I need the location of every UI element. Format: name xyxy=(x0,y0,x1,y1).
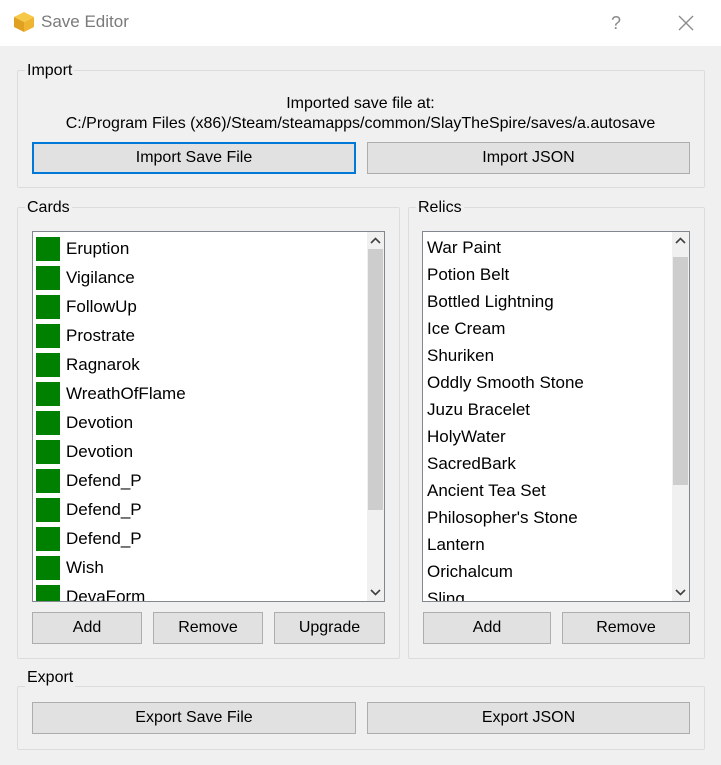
import-json-button[interactable]: Import JSON xyxy=(367,142,690,174)
relics-list-items: War Paint Potion Belt Bottled Lightning Ice… xyxy=(423,234,672,602)
close-button[interactable] xyxy=(664,6,708,40)
import-path-heading: Imported save file at: xyxy=(286,95,435,112)
help-button[interactable]: ? xyxy=(596,6,636,40)
card-name: Defend_P xyxy=(66,499,142,519)
relic-list-item[interactable]: War Paint xyxy=(423,234,672,261)
remove-card-button[interactable]: Remove xyxy=(153,612,263,644)
card-name: Wish xyxy=(66,557,104,577)
export-json-button[interactable]: Export JSON xyxy=(367,702,690,734)
add-card-button[interactable]: Add xyxy=(32,612,142,644)
card-list-item[interactable]: Devotion xyxy=(33,437,367,466)
card-name: FollowUp xyxy=(66,296,137,316)
cards-scrollbar[interactable] xyxy=(367,232,384,601)
relic-list-item[interactable]: Philosopher's Stone xyxy=(423,504,672,531)
relic-list-item[interactable]: Orichalcum xyxy=(423,558,672,585)
upgrade-card-button[interactable]: Upgrade xyxy=(274,612,385,644)
card-name: Defend_P xyxy=(66,528,142,548)
import-group-label: Import xyxy=(25,62,75,80)
cards-scroll-thumb[interactable] xyxy=(368,249,383,510)
card-color-swatch xyxy=(36,497,60,522)
card-list-item[interactable]: Defend_P xyxy=(33,466,367,495)
card-color-swatch xyxy=(36,439,60,464)
card-list-item[interactable]: Vigilance xyxy=(33,263,367,292)
card-color-swatch xyxy=(36,294,60,319)
card-name: Prostrate xyxy=(66,325,135,345)
card-name: Vigilance xyxy=(66,267,135,287)
relics-list[interactable]: War Paint Potion Belt Bottled Lightning Ice… xyxy=(422,231,690,602)
relic-list-item[interactable]: Sling xyxy=(423,585,672,602)
card-list-item[interactable]: Defend_P xyxy=(33,524,367,553)
title-bar: Save Editor ? xyxy=(0,0,721,46)
relic-list-item[interactable]: SacredBark xyxy=(423,450,672,477)
card-name: WreathOfFlame xyxy=(66,383,186,403)
window-title: Save Editor xyxy=(41,12,129,31)
relics-group-label: Relics xyxy=(416,199,464,217)
card-name: Ragnarok xyxy=(66,354,140,374)
card-color-swatch xyxy=(36,352,60,377)
card-name: Devotion xyxy=(66,412,134,432)
card-name: DevaForm xyxy=(66,586,146,602)
card-color-swatch xyxy=(36,236,60,261)
cards-group-label: Cards xyxy=(25,199,72,217)
relic-list-item[interactable]: HolyWater xyxy=(423,423,672,450)
card-list-item[interactable]: Prostrate xyxy=(33,321,367,350)
card-list-item[interactable]: WreathOfFlame xyxy=(33,379,367,408)
export-group-label: Export xyxy=(25,669,76,687)
card-name: Eruption xyxy=(66,238,130,258)
card-list-item[interactable]: Devotion xyxy=(33,408,367,437)
scroll-up-icon[interactable] xyxy=(367,232,384,249)
scroll-up-icon[interactable] xyxy=(672,232,689,249)
relic-list-item[interactable]: Shuriken xyxy=(423,342,672,369)
close-icon xyxy=(678,15,694,31)
card-list-item[interactable]: DevaForm xyxy=(33,582,367,601)
add-relic-button[interactable]: Add xyxy=(423,612,551,644)
relic-list-item[interactable]: Lantern xyxy=(423,531,672,558)
relic-list-item[interactable]: Potion Belt xyxy=(423,261,672,288)
import-save-file-button[interactable]: Import Save File xyxy=(32,142,356,174)
card-color-swatch xyxy=(36,584,60,601)
relics-scroll-thumb[interactable] xyxy=(673,257,688,485)
card-list-item[interactable]: Defend_P xyxy=(33,495,367,524)
scroll-down-icon[interactable] xyxy=(367,584,384,601)
cards-list-items: Eruption Vigilance FollowUp Prostrate Ragnar… xyxy=(33,234,367,601)
scroll-down-icon[interactable] xyxy=(672,584,689,601)
remove-relic-button[interactable]: Remove xyxy=(562,612,690,644)
relic-list-item[interactable]: Ancient Tea Set xyxy=(423,477,672,504)
cards-list[interactable]: Eruption Vigilance FollowUp Prostrate Ragnar… xyxy=(32,231,385,602)
card-list-item[interactable]: Wish xyxy=(33,553,367,582)
relic-list-item[interactable]: Oddly Smooth Stone xyxy=(423,369,672,396)
card-list-item[interactable]: Eruption xyxy=(33,234,367,263)
card-color-swatch xyxy=(36,265,60,290)
client-area: Import Imported save file at: C:/Program… xyxy=(0,46,721,765)
card-color-swatch xyxy=(36,526,60,551)
relic-list-item[interactable]: Ice Cream xyxy=(423,315,672,342)
card-name: Devotion xyxy=(66,441,134,461)
relics-scrollbar[interactable] xyxy=(672,232,689,601)
card-color-swatch xyxy=(36,555,60,580)
app-icon xyxy=(14,12,34,32)
card-color-swatch xyxy=(36,381,60,406)
card-list-item[interactable]: FollowUp xyxy=(33,292,367,321)
relic-list-item[interactable]: Bottled Lightning xyxy=(423,288,672,315)
card-color-swatch xyxy=(36,468,60,493)
card-color-swatch xyxy=(36,410,60,435)
import-path-value: C:/Program Files (x86)/Steam/steamapps/c… xyxy=(65,115,656,132)
card-name: Defend_P xyxy=(66,470,142,490)
relic-list-item[interactable]: Juzu Bracelet xyxy=(423,396,672,423)
card-list-item[interactable]: Ragnarok xyxy=(33,350,367,379)
card-color-swatch xyxy=(36,323,60,348)
export-save-file-button[interactable]: Export Save File xyxy=(32,702,356,734)
